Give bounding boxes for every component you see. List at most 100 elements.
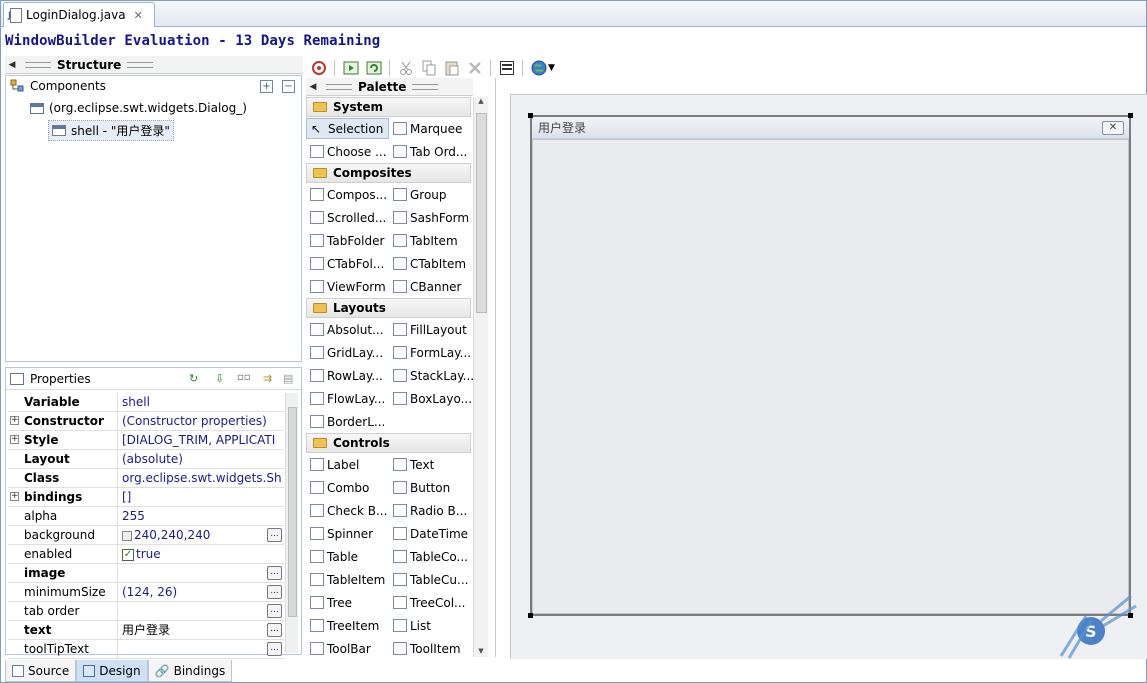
palette-item[interactable]: SashForm [389,211,472,225]
expand-icon[interactable]: + [10,435,19,444]
cut-icon[interactable] [398,60,414,76]
property-row[interactable]: + bindings [] [8,488,284,507]
palette-item[interactable]: Button [389,481,472,495]
property-value[interactable]: [DIALOG_TRIM, APPLICATI [118,431,284,449]
tab-source[interactable]: Source [5,660,77,682]
dialog-preview[interactable]: 用户登录 ✕ [528,113,1133,618]
property-value[interactable]: 用户登录... [118,621,284,639]
delete-icon[interactable] [467,60,483,76]
palette-item[interactable]: CBanner [389,280,472,294]
show-events-icon[interactable]: ↻ [189,372,205,386]
palette-item[interactable]: ViewForm [306,280,389,294]
collapse-all-icon[interactable]: − [282,79,295,93]
tab-bindings[interactable]: 🔗 Bindings [147,660,233,682]
property-row[interactable]: enabled ✓ true [8,545,284,564]
show-advanced-icon[interactable]: ▫▫ [237,372,253,386]
palette-item[interactable]: RowLay... [306,369,389,383]
palette-item[interactable]: TabItem [389,234,472,248]
copy-icon[interactable] [421,60,437,76]
palette-item[interactable]: Compos... [306,188,389,202]
palette-item[interactable]: StackLay... [389,369,474,383]
property-row[interactable]: background 240,240,240... [8,526,284,545]
property-row[interactable]: image... [8,564,284,583]
property-value[interactable]: ... [118,564,284,582]
palette-item[interactable]: Label [306,458,389,472]
menu-icon[interactable]: ▤ [283,372,299,386]
locale-globe-icon[interactable] [531,60,547,76]
palette-item[interactable]: Radio B... [389,504,472,518]
palette-item[interactable]: Tree [306,596,389,610]
palette-item[interactable]: FormLay... [389,346,472,360]
close-icon[interactable]: ✕ [1102,121,1124,135]
palette-item[interactable]: BorderL... [306,415,389,429]
palette-item[interactable]: TableCo... [389,550,472,564]
property-value[interactable]: ... [118,640,284,658]
property-row[interactable]: + Style [DIALOG_TRIM, APPLICATI [8,431,284,450]
property-value[interactable]: shell [118,393,284,411]
goto-definition-icon[interactable]: ⇩ [215,372,231,386]
palette-item[interactable]: Choose ... [306,145,389,159]
ellipsis-button[interactable]: ... [267,604,282,618]
property-row[interactable]: toolTipText... [8,640,284,659]
palette-item[interactable]: GridLay... [306,346,389,360]
collapse-left-icon[interactable]: ◀ [5,60,19,70]
palette-item[interactable]: Absolut... [306,323,389,337]
dialog-title-bar[interactable]: 用户登录 [532,117,1129,139]
property-row[interactable]: alpha 255 [8,507,284,526]
property-value[interactable]: 255 [118,507,284,525]
palette-item[interactable]: TableCu... [389,573,472,587]
ellipsis-button[interactable]: ... [267,566,282,580]
tree-item-dialog[interactable]: (org.eclipse.swt.widgets.Dialog_) [30,101,247,115]
resize-handle[interactable] [528,113,533,118]
palette-item[interactable]: BoxLayo... [389,392,472,406]
palette-item[interactable]: Check B... [306,504,389,518]
palette-group-controls[interactable]: Controls [306,433,471,453]
ellipsis-button[interactable]: ... [267,642,282,656]
palette-item[interactable]: TabFolder [306,234,389,248]
palette-group-system[interactable]: System [306,97,471,117]
property-value[interactable]: (absolute) [118,450,284,468]
palette-group-layouts[interactable]: Layouts [306,298,471,318]
property-value[interactable]: 240,240,240... [118,526,284,544]
palette-item[interactable]: ↖ Selection [306,118,389,139]
property-value[interactable]: (Constructor properties) [118,412,284,430]
property-row[interactable]: Layout (absolute) [8,450,284,469]
property-row[interactable]: Class org.eclipse.swt.widgets.Sh [8,469,284,488]
collapse-left-icon[interactable]: ◀ [306,82,320,92]
palette-item[interactable]: TableItem [306,573,389,587]
ellipsis-button[interactable]: ... [267,528,282,542]
editor-tab[interactable]: LoginDialog.java ✕ [3,2,155,27]
property-value[interactable]: ... [118,602,284,620]
property-row[interactable]: minimumSize (124, 26)... [8,583,284,602]
chevron-down-icon[interactable]: ▼ [548,63,555,73]
test-gui-icon[interactable] [311,60,327,76]
property-row[interactable]: text 用户登录... [8,621,284,640]
palette-item[interactable]: Spinner [306,527,389,541]
property-row[interactable]: tab order... [8,602,284,621]
properties-scrollbar[interactable] [285,393,298,653]
property-value[interactable]: (124, 26)... [118,583,284,601]
palette-item[interactable]: Marquee [389,122,472,136]
palette-item[interactable]: FlowLay... [306,392,389,406]
close-icon[interactable]: ✕ [134,9,143,22]
property-value[interactable]: ✓ true [118,545,284,563]
palette-item[interactable]: Group [389,188,472,202]
property-row[interactable]: + Constructor (Constructor properties) [8,412,284,431]
enabled-checkbox[interactable]: ✓ [122,548,134,561]
property-value[interactable]: [] [118,488,284,506]
resize-handle[interactable] [528,613,533,618]
palette-item[interactable]: Combo [306,481,389,495]
palette-item[interactable]: FillLayout [389,323,472,337]
palette-item[interactable]: ToolItem [389,642,472,656]
palette-item[interactable]: TreeCol... [389,596,472,610]
palette-group-composites[interactable]: Composites [306,163,471,183]
run-icon[interactable] [343,60,359,76]
palette-item[interactable]: Table [306,550,389,564]
palette-item[interactable]: DateTime [389,527,472,541]
refresh-icon[interactable] [366,60,382,76]
property-value[interactable]: org.eclipse.swt.widgets.Sh [118,469,284,487]
expand-icon[interactable]: + [10,416,19,425]
tab-order-icon[interactable] [499,60,515,76]
tab-design[interactable]: Design [76,660,148,682]
expand-all-icon[interactable]: + [260,79,273,93]
